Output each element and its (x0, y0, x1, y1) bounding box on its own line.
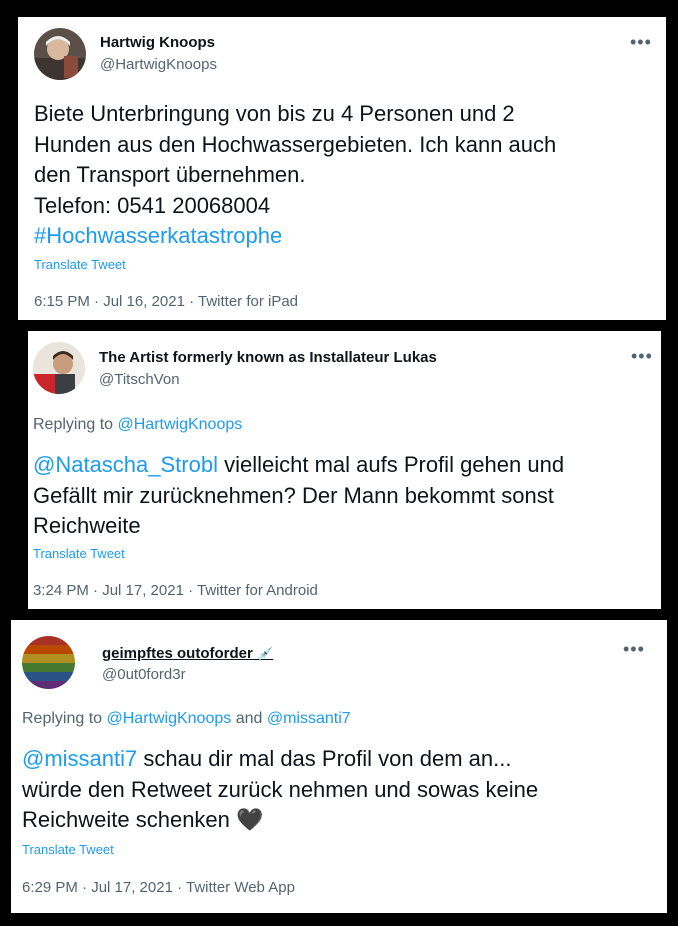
display-name[interactable]: Hartwig Knoops (100, 34, 215, 51)
replying-to: Replying to @HartwigKnoops and @missanti… (22, 710, 351, 728)
tweet-card: Hartwig Knoops @HartwigKnoops ••• Biete … (18, 17, 666, 320)
black-heart-icon: 🖤 (236, 807, 264, 832)
tweet-text: @missanti7 schau dir mal das Profil von … (22, 744, 538, 836)
tweet-text-segment: vielleicht mal aufs Profil gehen und (217, 452, 565, 477)
avatar[interactable] (22, 636, 75, 689)
display-name[interactable]: geimpftes outoforder 💉 (102, 645, 273, 662)
display-name[interactable]: The Artist formerly known as Installateu… (99, 349, 437, 366)
tweet-text: Biete Unterbringung von bis zu 4 Persone… (34, 99, 556, 252)
more-options-icon[interactable]: ••• (623, 640, 645, 658)
tweet-timestamp: 6:15 PM · Jul 16, 2021 · Twitter for iPa… (34, 293, 298, 310)
username[interactable]: @HartwigKnoops (100, 56, 217, 73)
hashtag-link[interactable]: #Hochwasserkatastrophe (34, 221, 556, 252)
replying-to-user-link[interactable]: @HartwigKnoops (118, 416, 243, 433)
tweet-text-line: Reichweite (33, 513, 141, 538)
tweet-text-segment: Reichweite schenken (22, 807, 237, 832)
syringe-icon: 💉 (257, 646, 274, 661)
tweet-source[interactable]: Twitter for iPad (198, 293, 298, 310)
tweet-text: @Natascha_Strobl vielleicht mal aufs Pro… (33, 450, 564, 542)
mention-link[interactable]: @Natascha_Strobl (33, 452, 218, 477)
translate-tweet-link[interactable]: Translate Tweet (22, 842, 114, 857)
more-options-icon[interactable]: ••• (631, 347, 653, 365)
tweet-timestamp: 6:29 PM · Jul 17, 2021 · Twitter Web App (22, 879, 295, 896)
tweet-card: geimpftes outoforder 💉 @0ut0ford3r ••• R… (11, 620, 667, 913)
avatar[interactable] (33, 342, 85, 394)
replying-to: Replying to @HartwigKnoops (33, 416, 242, 434)
tweet-source[interactable]: Twitter Web App (186, 879, 295, 896)
replying-to-user-link[interactable]: @missanti7 (267, 710, 351, 727)
tweet-timestamp: 3:24 PM · Jul 17, 2021 · Twitter for And… (33, 582, 318, 599)
tweet-card: The Artist formerly known as Installateu… (28, 331, 661, 609)
display-name-text: geimpftes outoforder (102, 645, 253, 662)
avatar[interactable] (34, 28, 86, 80)
tweet-source[interactable]: Twitter for Android (197, 582, 318, 599)
translate-tweet-link[interactable]: Translate Tweet (34, 257, 126, 272)
timestamp-link[interactable]: 6:29 PM · Jul 17, 2021 · (22, 879, 186, 896)
username[interactable]: @0ut0ford3r (102, 666, 186, 683)
tweet-text-line: Biete Unterbringung von bis zu 4 Persone… (34, 101, 515, 126)
tweet-text-segment: schau dir mal das Profil von dem an... (137, 746, 512, 771)
translate-tweet-link[interactable]: Translate Tweet (33, 546, 125, 561)
username[interactable]: @TitschVon (99, 371, 180, 388)
replying-to-label: Replying to (22, 710, 107, 727)
avatar-photo-icon (33, 342, 85, 394)
timestamp-link[interactable]: 3:24 PM · Jul 17, 2021 · (33, 582, 197, 599)
replying-to-label: Replying to (33, 416, 118, 433)
tweet-text-line: den Transport übernehmen. (34, 162, 306, 187)
rainbow-flag-avatar-icon (22, 636, 75, 689)
timestamp-link[interactable]: 6:15 PM · Jul 16, 2021 · (34, 293, 198, 310)
tweet-text-line: Telefon: 0541 20068004 (34, 192, 271, 218)
replying-to-and: and (231, 710, 267, 727)
tweet-text-line: Hunden aus den Hochwassergebieten. Ich k… (34, 131, 557, 157)
avatar-photo-icon (34, 28, 86, 80)
replying-to-user-link[interactable]: @HartwigKnoops (107, 710, 232, 727)
tweet-text-line: Reichweite schenken 🖤 (22, 805, 538, 836)
mention-link[interactable]: @missanti7 (22, 746, 137, 771)
tweet-text-line: Gefällt mir zurücknehmen? Der Mann bekom… (33, 482, 554, 508)
tweet-text-line: würde den Retweet zurück nehmen und sowa… (22, 776, 539, 802)
tweet-text-line: @Natascha_Strobl vielleicht mal aufs Pro… (33, 450, 564, 481)
tweet-text-line: @missanti7 schau dir mal das Profil von … (22, 744, 538, 775)
more-options-icon[interactable]: ••• (630, 33, 652, 51)
